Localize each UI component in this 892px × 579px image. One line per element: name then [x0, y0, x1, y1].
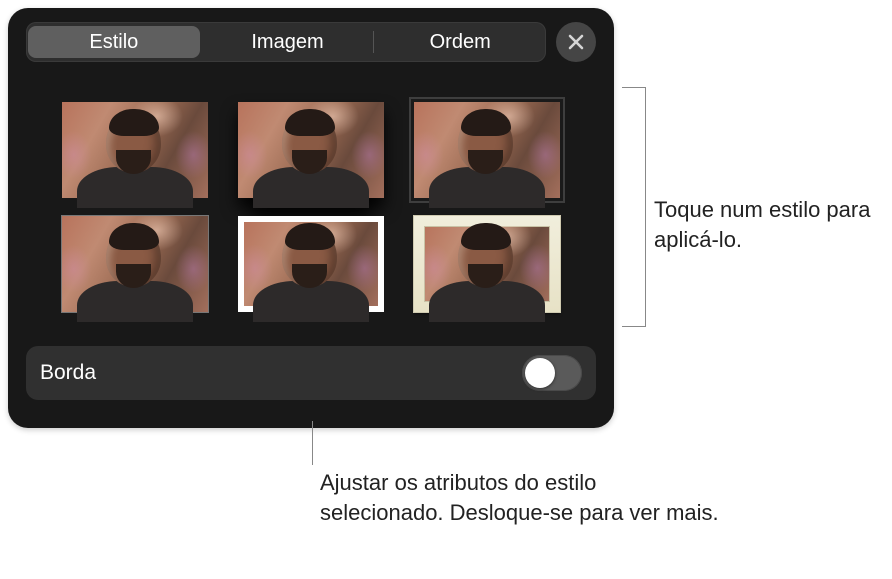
thumbnail-photo [238, 216, 384, 312]
thumbnail-photo [238, 102, 384, 198]
style-thumbnail-5[interactable] [238, 216, 384, 312]
thumbnail-photo [62, 102, 208, 198]
style-grid [26, 102, 596, 312]
border-toggle[interactable] [522, 355, 582, 391]
callout-bottom: Ajustar os atributos do estilo seleciona… [320, 468, 720, 527]
tab-bar: Estilo Imagem Ordem [26, 22, 596, 62]
format-panel: Estilo Imagem Ordem [8, 8, 614, 428]
tab-style[interactable]: Estilo [28, 26, 200, 58]
thumbnail-photo [62, 216, 208, 312]
style-thumbnail-6-selected[interactable] [414, 216, 560, 312]
close-button[interactable] [556, 22, 596, 62]
style-thumbnail-2[interactable] [238, 102, 384, 198]
toggle-knob [525, 358, 555, 388]
border-option-row: Borda [26, 346, 596, 400]
callout-bracket-right [622, 87, 646, 327]
tab-image[interactable]: Imagem [202, 24, 374, 60]
tab-order[interactable]: Ordem [374, 24, 546, 60]
thumbnail-photo [414, 102, 560, 198]
callout-leader-bottom [312, 421, 313, 465]
close-icon [568, 34, 584, 50]
style-thumbnail-3[interactable] [414, 102, 560, 198]
border-label: Borda [40, 361, 96, 385]
style-thumbnail-1[interactable] [62, 102, 208, 198]
style-thumbnail-4[interactable] [62, 216, 208, 312]
segmented-control: Estilo Imagem Ordem [26, 22, 546, 62]
callout-right: Toque num estilo para aplicá-lo. [654, 195, 884, 254]
thumbnail-photo [414, 216, 560, 312]
